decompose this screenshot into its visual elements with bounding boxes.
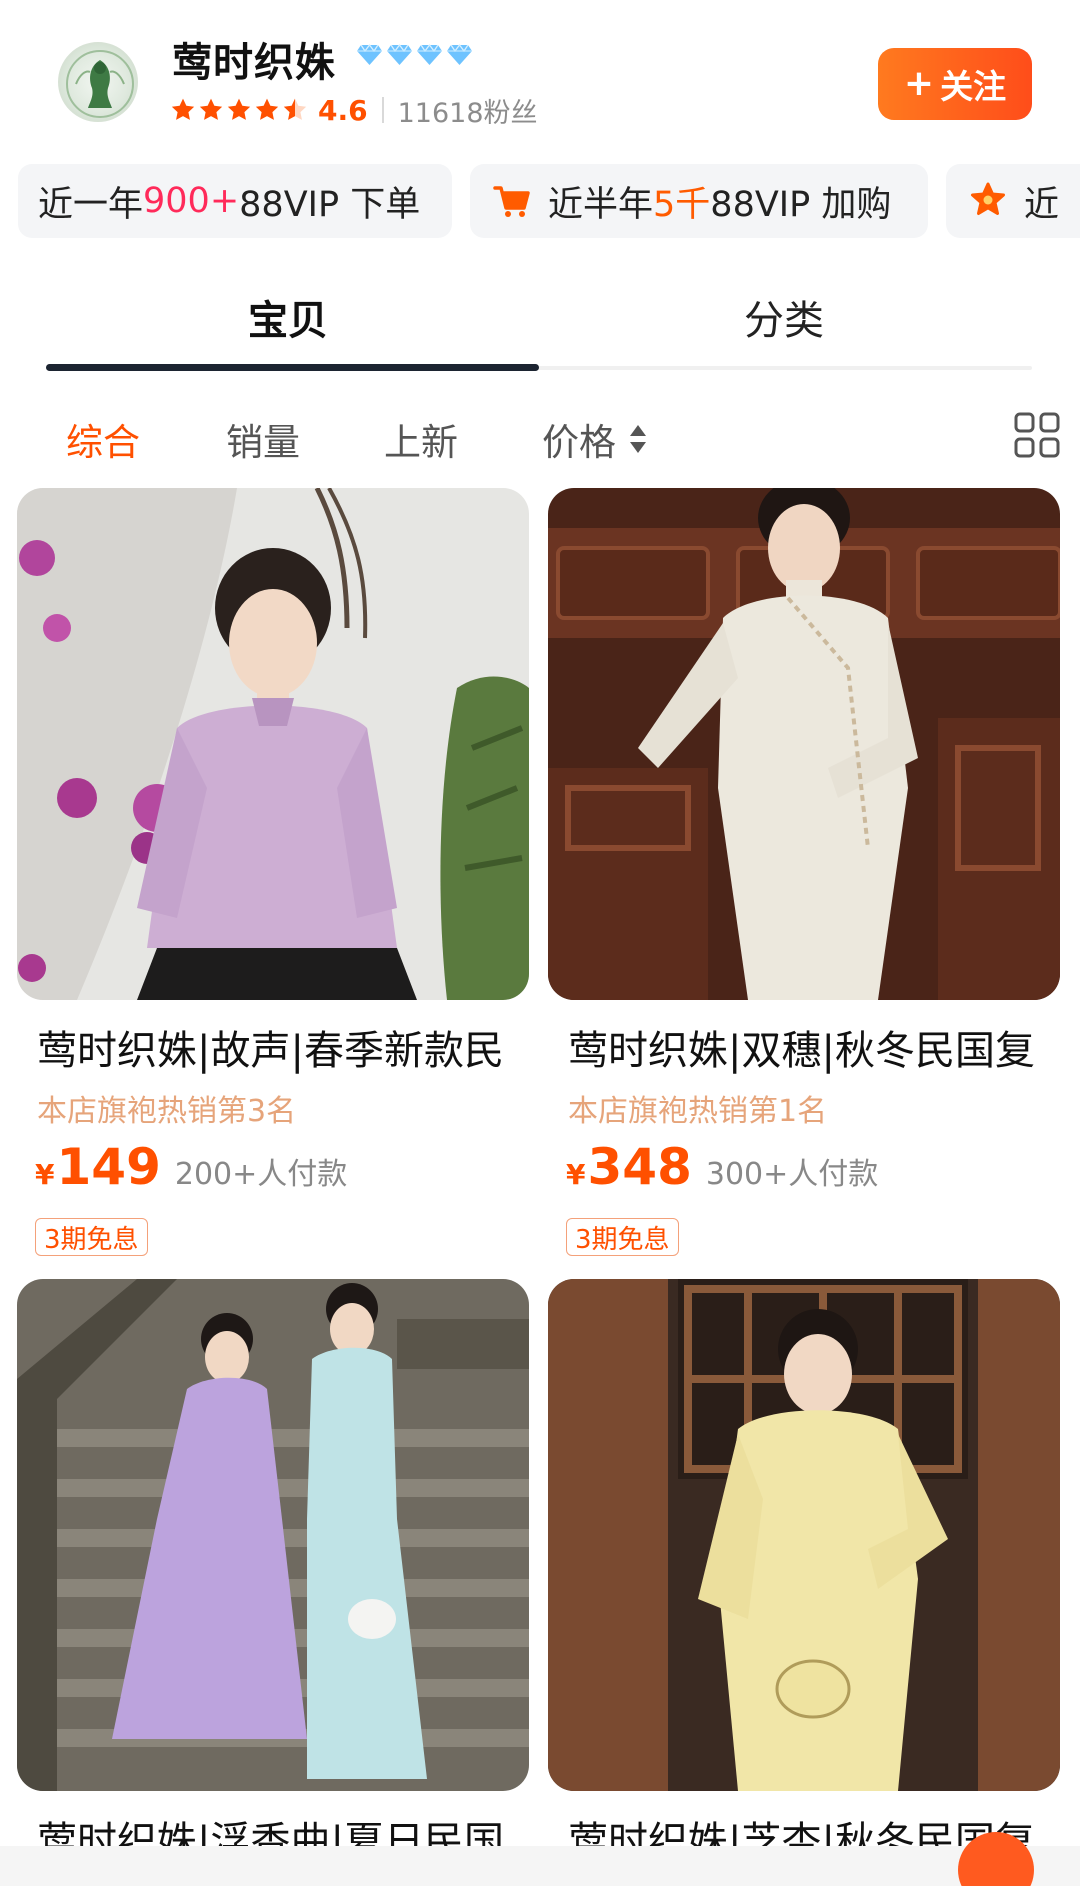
product-title[interactable]: 莺时织姝|故声|春季新款民	[37, 1018, 537, 1076]
sort-price-label: 价格	[542, 421, 616, 464]
product-price: 348	[587, 1138, 692, 1196]
sort-updown-icon	[630, 425, 646, 453]
shop-rating-row[interactable]: 4.6 11618粉丝	[170, 92, 538, 129]
product-photo-white-qipao	[548, 488, 1060, 1000]
shop-level-diamonds	[356, 44, 473, 66]
badge-suffix: 88VIP 下单	[239, 184, 421, 225]
flower-badge-icon	[971, 182, 1005, 215]
shop-fans-count: 11618粉丝	[397, 97, 538, 129]
shop-header: 莺时织姝 4.6 11618粉丝 + 关注	[0, 0, 1080, 160]
highlight-badge-orders[interactable]: 近一年 900+ 88VIP 下单	[18, 164, 452, 238]
star-icon	[227, 98, 251, 120]
shop-highlights-strip[interactable]: 近一年 900+ 88VIP 下单 近半年 5千 88VIP 加购 近	[0, 164, 1080, 238]
product-rank-label[interactable]: 本店旗袍热销第3名	[37, 1086, 296, 1130]
product-image[interactable]	[17, 1279, 529, 1791]
sort-overall[interactable]: 综合	[66, 412, 140, 466]
shop-logo-emblem	[66, 50, 134, 118]
price-currency: ¥	[35, 1158, 55, 1191]
shop-name[interactable]: 莺时织姝	[172, 30, 336, 88]
badge-suffix: 88VIP 加购	[710, 184, 892, 225]
product-sold-count: 300+人付款	[705, 1157, 879, 1192]
tab-category[interactable]: 分类	[744, 288, 824, 346]
shop-rating-value: 4.6	[318, 93, 368, 127]
shop-logo[interactable]	[58, 42, 138, 122]
product-sold-count: 200+人付款	[174, 1157, 348, 1192]
follow-button-label: 关注	[940, 67, 1007, 106]
sort-new[interactable]: 上新	[384, 412, 458, 466]
product-card[interactable]: 莺时织姝|双穗|秋冬民国复 本店旗袍热销第1名 ¥ 348 300+人付款 3期…	[548, 488, 1060, 1256]
product-price-row: ¥ 149 200+人付款	[35, 1138, 347, 1196]
diamond-icon	[357, 44, 382, 65]
product-image[interactable]	[17, 488, 529, 1000]
follow-button[interactable]: + 关注	[878, 48, 1032, 120]
product-image[interactable]	[548, 488, 1060, 1000]
product-photo-yellow-qipao	[548, 1279, 1060, 1791]
sort-price[interactable]: 价格	[542, 412, 648, 466]
badge-highlight: 900+	[143, 181, 240, 221]
badge-prefix: 近半年	[548, 184, 654, 225]
product-card[interactable]: 莺时织姝|浮香曲|夏日民国	[17, 1279, 529, 1865]
sort-sales[interactable]: 销量	[226, 412, 300, 466]
product-title[interactable]: 莺时织姝|双穗|秋冬民国复	[568, 1018, 1068, 1076]
diamond-icon	[417, 44, 442, 65]
badge-prefix: 近一年	[38, 184, 144, 225]
product-card[interactable]: 莺时织姝|芝杏|秋冬民国复	[548, 1279, 1060, 1865]
highlight-badge-cart-adds[interactable]: 近半年 5千 88VIP 加购	[470, 164, 928, 238]
product-photo-lilac-qipao	[17, 488, 529, 1000]
star-icon	[199, 98, 223, 120]
shop-tabs: 宝贝 分类	[0, 272, 1080, 372]
grid-view-icon[interactable]	[1014, 412, 1060, 458]
sort-bar: 综合 销量 上新 价格	[0, 400, 1080, 472]
product-image[interactable]	[548, 1279, 1060, 1791]
product-photo-two-qipaos-stairs	[17, 1279, 529, 1791]
highlight-badge-partial[interactable]: 近	[946, 164, 1080, 238]
rating-divider	[381, 97, 384, 123]
product-price-row: ¥ 348 300+人付款	[566, 1138, 878, 1196]
badge-highlight: 5千	[653, 184, 711, 225]
cart-icon	[493, 186, 530, 217]
diamond-icon	[447, 44, 472, 65]
installment-tag: 3期免息	[566, 1218, 679, 1256]
plus-icon: +	[903, 63, 935, 104]
product-card[interactable]: 莺时织姝|故声|春季新款民 本店旗袍热销第3名 ¥ 149 200+人付款 3期…	[17, 488, 529, 1256]
star-icon	[255, 98, 279, 120]
tab-goods[interactable]: 宝贝	[248, 288, 328, 346]
badge-prefix: 近	[1024, 184, 1060, 225]
product-price: 149	[56, 1138, 161, 1196]
tab-active-indicator	[46, 364, 539, 371]
half-star-icon	[283, 98, 307, 120]
price-currency: ¥	[566, 1158, 586, 1191]
rating-stars	[170, 97, 308, 123]
bottom-safe-area	[0, 1846, 1080, 1886]
diamond-icon	[387, 44, 412, 65]
installment-tag: 3期免息	[35, 1218, 148, 1256]
product-rank-label[interactable]: 本店旗袍热销第1名	[568, 1086, 827, 1130]
star-icon	[171, 98, 195, 120]
